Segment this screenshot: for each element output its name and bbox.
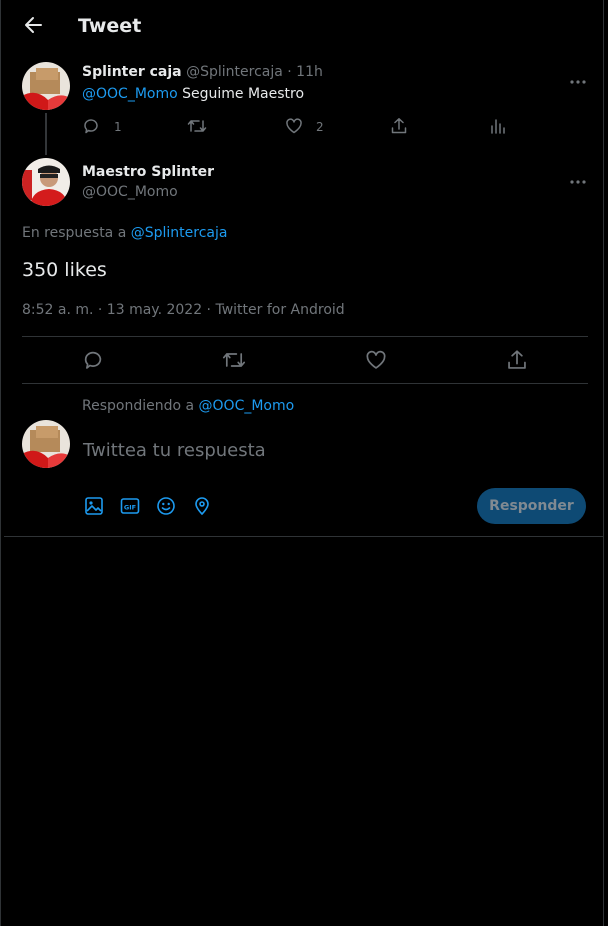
retweet-icon[interactable] (222, 349, 246, 371)
back-arrow-icon[interactable] (22, 14, 44, 36)
like-icon[interactable] (365, 349, 387, 371)
tweet-text: @OOC_Momo Seguime Maestro (82, 86, 304, 102)
gif-icon[interactable]: GIF (120, 496, 140, 520)
like-icon[interactable] (285, 117, 303, 135)
more-icon[interactable] (569, 70, 589, 84)
reply-icon[interactable] (82, 117, 100, 135)
divider (22, 336, 588, 337)
avatar[interactable] (22, 158, 70, 206)
thread-line (45, 113, 47, 155)
handle[interactable]: @Splintercaja (186, 64, 283, 80)
in-reply-prefix: En respuesta a (22, 225, 127, 241)
location-icon[interactable] (192, 496, 212, 520)
like-count: 2 (316, 120, 324, 134)
tweet-body: Seguime Maestro (182, 86, 305, 102)
emoji-icon[interactable] (156, 496, 176, 520)
replying-to: Respondiendo a @OOC_Momo (82, 398, 294, 414)
retweet-icon[interactable] (187, 117, 207, 135)
svg-text:GIF: GIF (124, 504, 136, 512)
in-reply-to: En respuesta a @Splintercaja (22, 225, 227, 241)
mention-link[interactable]: @OOC_Momo (82, 86, 178, 102)
reply-submit-button[interactable]: Responder (477, 488, 586, 524)
page-title: Tweet (78, 15, 142, 37)
divider (4, 536, 604, 537)
tweet-page (0, 0, 604, 926)
handle[interactable]: @OOC_Momo (82, 184, 178, 200)
tweet-timestamp[interactable]: 8:52 a. m. · 13 may. 2022 · Twitter for … (22, 302, 345, 318)
avatar[interactable] (22, 420, 70, 468)
timestamp[interactable]: · 11h (287, 64, 323, 80)
avatar[interactable] (22, 62, 70, 110)
divider (22, 383, 588, 384)
analytics-icon[interactable] (488, 117, 506, 135)
reply-count: 1 (114, 120, 122, 134)
tweet-header: Splinter caja @Splintercaja · 11h (82, 64, 323, 80)
in-reply-handle[interactable]: @Splintercaja (131, 225, 228, 241)
display-name[interactable]: Maestro Splinter (82, 164, 214, 180)
share-icon[interactable] (506, 349, 528, 371)
reply-input[interactable]: Twittea tu respuesta (83, 440, 266, 461)
tweet-body: 350 likes (22, 259, 107, 281)
share-icon[interactable] (390, 117, 408, 135)
replying-handle[interactable]: @OOC_Momo (199, 398, 295, 414)
reply-icon[interactable] (82, 349, 104, 371)
display-name[interactable]: Splinter caja (82, 64, 182, 80)
image-icon[interactable] (84, 496, 104, 520)
more-icon[interactable] (569, 170, 589, 184)
replying-prefix: Respondiendo a (82, 398, 195, 414)
